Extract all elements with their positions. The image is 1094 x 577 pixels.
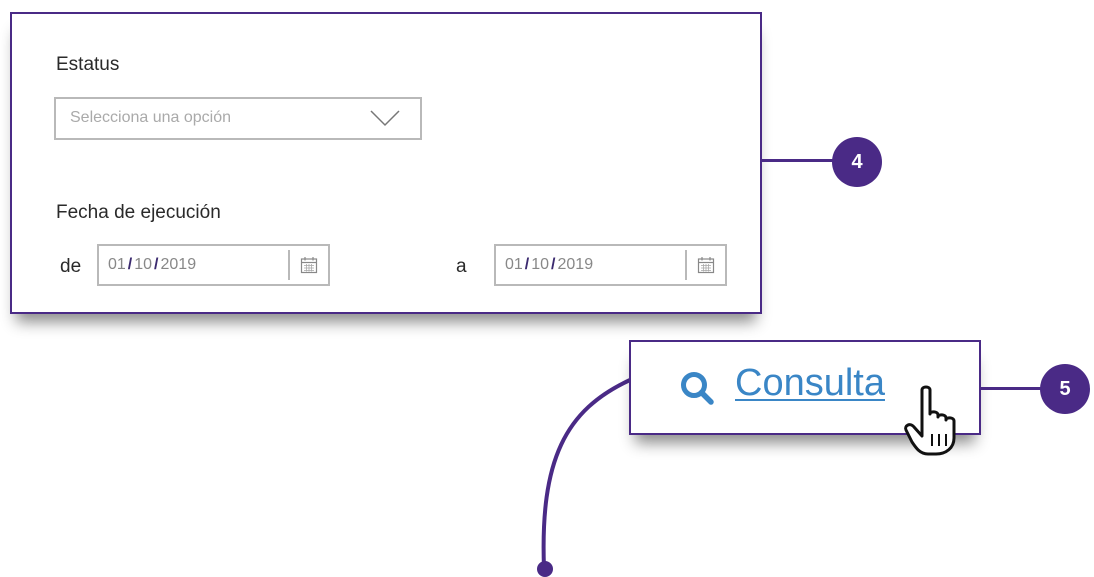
from-date-field[interactable]: 01/10/2019 [97, 244, 330, 286]
status-label: Estatus [56, 54, 120, 75]
from-date-divider [288, 250, 290, 280]
from-date-value: 01/10/2019 [108, 256, 197, 273]
hand-pointer-icon [904, 385, 956, 456]
search-icon[interactable] [679, 370, 715, 406]
callout-badge-4: 4 [832, 137, 882, 187]
consulta-link[interactable]: Consulta [735, 362, 885, 405]
callout-5-line [981, 387, 1043, 390]
to-label: a [456, 256, 467, 277]
status-select[interactable]: Selecciona una opción [54, 97, 422, 140]
to-date-value: 01/10/2019 [505, 256, 594, 273]
callout-badge-5: 5 [1040, 364, 1090, 414]
callout-4-line [762, 159, 838, 162]
filter-panel: Estatus Selecciona una opción Fecha de e… [10, 12, 762, 314]
from-label: de [60, 256, 82, 277]
to-date-divider [685, 250, 687, 280]
execution-date-label: Fecha de ejecución [56, 202, 221, 223]
calendar-icon[interactable] [697, 256, 715, 274]
status-placeholder: Selecciona una opción [70, 109, 232, 126]
calendar-icon[interactable] [300, 256, 318, 274]
chevron-down-icon [370, 110, 400, 127]
to-date-field[interactable]: 01/10/2019 [494, 244, 727, 286]
